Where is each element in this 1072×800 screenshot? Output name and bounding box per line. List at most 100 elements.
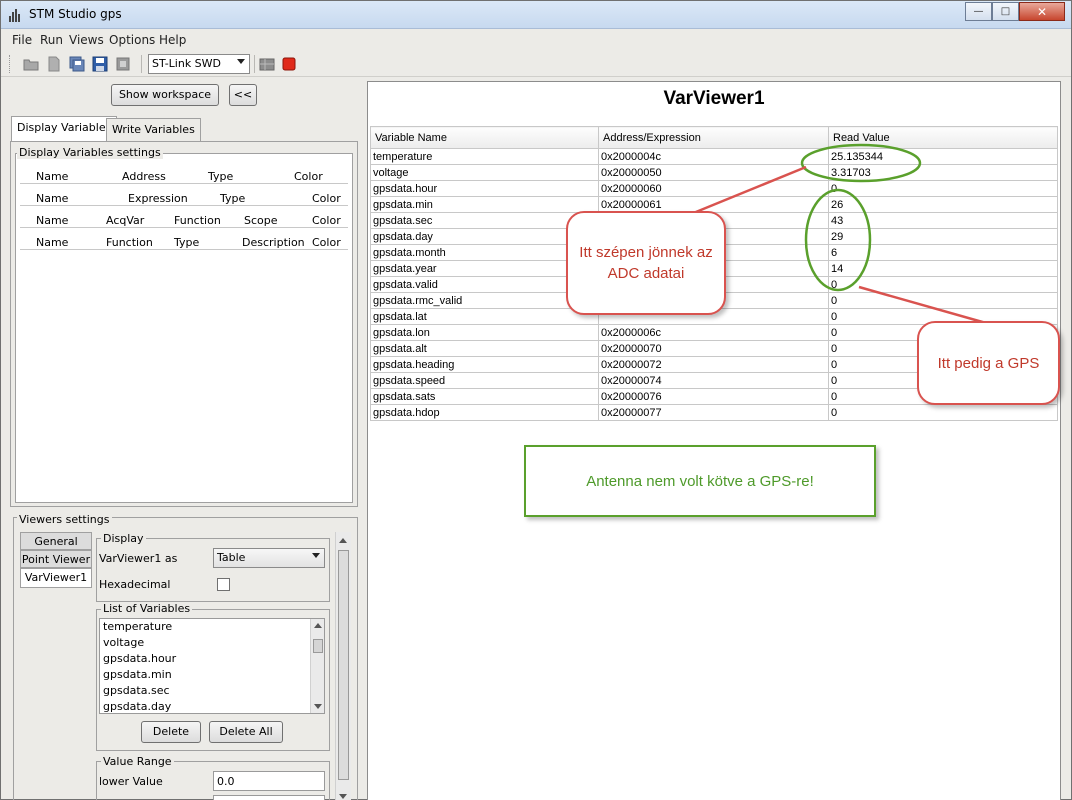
read-value-cell: 0 (828, 292, 1058, 309)
col-header[interactable]: AcqVar (106, 214, 144, 227)
variable-name-cell: gpsdata.valid (370, 276, 599, 293)
scroll-down-icon[interactable] (339, 794, 347, 799)
read-value-cell: 25.135344 (828, 148, 1058, 165)
new-file-icon[interactable] (46, 56, 62, 72)
col-header[interactable]: Description (242, 236, 305, 249)
variable-name-cell: gpsdata.month (370, 244, 599, 261)
app-window: STM Studio gps — □ ✕ File Run Views Opti… (0, 0, 1072, 800)
list-item[interactable]: gpsdata.hour (100, 651, 324, 667)
stop-icon[interactable] (281, 56, 297, 72)
address-cell: 0x20000072 (598, 356, 829, 373)
menu-views[interactable]: Views (69, 33, 104, 47)
address-cell: 0x20000060 (598, 180, 829, 197)
hexadecimal-checkbox[interactable] (217, 578, 230, 591)
variable-name-cell: gpsdata.year (370, 260, 599, 277)
col-header[interactable]: Type (174, 236, 199, 249)
read-value-cell: 0 (828, 180, 1058, 197)
menu-help[interactable]: Help (159, 33, 186, 47)
display-variables-panel: Name Address Type Color Name Expression … (10, 141, 358, 507)
delete-button[interactable]: Delete (141, 721, 201, 743)
table-row[interactable]: temperature 0x2000004c 25.135344 (370, 148, 1058, 165)
collapse-panel-button[interactable]: << (229, 84, 257, 106)
lower-value-input[interactable]: 0.0 (213, 771, 325, 791)
viewer-title: VarViewer1 (663, 88, 765, 109)
table-row[interactable]: voltage 0x20000050 3.31703 (370, 164, 1058, 181)
col-header[interactable]: Function (174, 214, 221, 227)
delete-all-button[interactable]: Delete All (209, 721, 283, 743)
save-icon[interactable] (92, 56, 108, 72)
scroll-thumb[interactable] (338, 550, 349, 780)
upper-value-input[interactable] (213, 795, 325, 800)
tab-varviewer1[interactable]: VarViewer1 (20, 568, 92, 588)
table-header: Name Expression Type Color (20, 188, 348, 206)
minimize-icon[interactable]: — (965, 2, 992, 21)
display-variables-settings: Name Address Type Color Name Expression … (15, 153, 353, 503)
read-value-cell: 3.31703 (828, 164, 1058, 181)
list-item[interactable]: voltage (100, 635, 324, 651)
lower-value-text: 0.0 (217, 775, 235, 788)
show-workspace-button[interactable]: Show workspace (111, 84, 219, 106)
col-header[interactable]: Color (312, 192, 341, 205)
scroll-down-icon[interactable] (314, 704, 322, 709)
scroll-up-icon[interactable] (339, 538, 347, 543)
settings-grid-icon[interactable] (259, 56, 275, 72)
window-title: STM Studio gps (29, 7, 122, 21)
scroll-up-icon[interactable] (314, 623, 322, 628)
variable-name-cell: voltage (370, 164, 599, 181)
variable-name-cell: gpsdata.rmc_valid (370, 292, 599, 309)
menu-options[interactable]: Options (109, 33, 155, 47)
col-header[interactable]: Color (294, 170, 323, 183)
export-icon[interactable] (115, 56, 131, 72)
viewer-type-select[interactable]: Table (213, 548, 325, 568)
menu-run[interactable]: Run (40, 33, 63, 47)
col-header[interactable]: Address (122, 170, 166, 183)
col-header[interactable]: Scope (244, 214, 278, 227)
variables-list[interactable]: temperature voltage gpsdata.hour gpsdata… (99, 618, 325, 714)
col-header[interactable]: Name (36, 170, 68, 183)
menu-file[interactable]: File (12, 33, 32, 47)
window-controls: — □ ✕ (965, 2, 1065, 22)
tab-general[interactable]: General (20, 532, 92, 550)
connection-select[interactable]: ST-Link SWD (148, 54, 250, 74)
tab-display-variables[interactable]: Display Variables (11, 116, 118, 142)
col-header[interactable]: Type (208, 170, 233, 183)
list-item[interactable]: temperature (100, 619, 324, 635)
app-logo-icon (9, 8, 23, 22)
col-header[interactable]: Name (36, 192, 68, 205)
group-title: Viewers settings (17, 513, 112, 526)
col-header[interactable]: Read Value (828, 126, 1058, 149)
scroll-thumb[interactable] (313, 639, 323, 653)
group-title: Display (101, 532, 146, 545)
tab-point-viewer[interactable]: Point Viewer (20, 550, 92, 568)
col-header[interactable]: Variable Name (370, 126, 599, 149)
open-folder-icon[interactable] (23, 56, 39, 72)
annotation-antenna: Antenna nem volt kötve a GPS-re! (524, 445, 876, 517)
list-item[interactable]: gpsdata.day (100, 699, 324, 713)
col-header[interactable]: Function (106, 236, 153, 249)
list-item[interactable]: gpsdata.sec (100, 683, 324, 699)
settings-scrollbar[interactable] (335, 532, 351, 800)
tab-write-variables[interactable]: Write Variables (106, 118, 201, 142)
variable-name-cell: gpsdata.hour (370, 180, 599, 197)
list-scrollbar[interactable] (310, 619, 324, 713)
list-item[interactable]: gpsdata.min (100, 667, 324, 683)
save-all-icon[interactable] (69, 56, 85, 72)
col-header[interactable]: Name (36, 236, 68, 249)
toolbar-separator (254, 55, 255, 73)
col-header[interactable]: Address/Expression (598, 126, 829, 149)
address-cell: 0x2000006c (598, 324, 829, 341)
col-header[interactable]: Type (220, 192, 245, 205)
col-header[interactable]: Name (36, 214, 68, 227)
toolbar: ST-Link SWD (1, 51, 1071, 77)
table-row[interactable]: gpsdata.hour 0x20000060 0 (370, 180, 1058, 197)
table-row[interactable]: gpsdata.hdop 0x20000077 0 (370, 404, 1058, 421)
maximize-icon[interactable]: □ (992, 2, 1019, 21)
close-icon[interactable]: ✕ (1019, 2, 1065, 21)
col-header[interactable]: Expression (128, 192, 188, 205)
table-row[interactable]: gpsdata.min 0x20000061 26 (370, 196, 1058, 213)
lower-value-label: lower Value (99, 775, 163, 788)
col-header[interactable]: Color (312, 236, 341, 249)
col-header[interactable]: Color (312, 214, 341, 227)
read-value-cell: 29 (828, 228, 1058, 245)
variable-name-cell: gpsdata.lat (370, 308, 599, 325)
